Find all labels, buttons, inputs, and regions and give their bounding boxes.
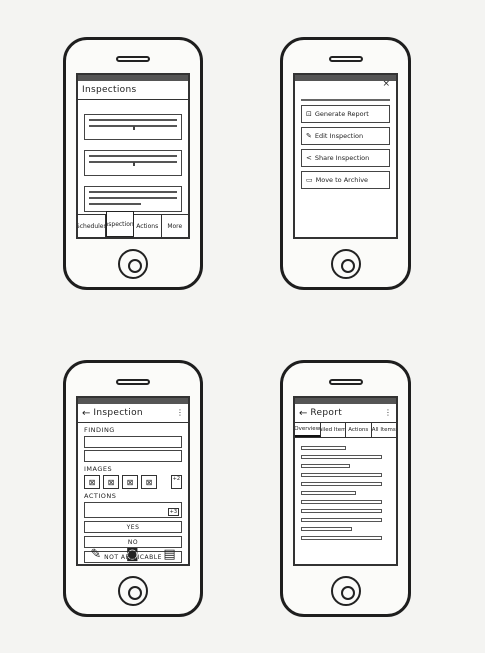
speaker <box>328 379 363 385</box>
tab-overview[interactable]: Overview <box>295 423 321 437</box>
bottom-tab-bar: Schedules Inspections Actions More <box>78 211 189 237</box>
home-button <box>330 249 361 279</box>
finding-label: FINDING <box>84 426 115 434</box>
tab-more[interactable]: More <box>162 215 189 237</box>
close-icon[interactable]: × <box>382 79 390 89</box>
home-button <box>330 576 361 606</box>
screen-report: ← Report ⋮ Overview Failed Items Actions… <box>293 396 398 566</box>
app-bar: ← Inspection ⋮ <box>78 404 188 423</box>
speaker <box>328 56 363 62</box>
archive-icon: ▭ <box>306 175 313 184</box>
status-bar <box>295 75 396 81</box>
menu-item-label: Share Inspection <box>314 153 370 162</box>
image-thumbnail[interactable]: ⊠ <box>141 475 157 489</box>
report-line <box>301 527 352 531</box>
speaker <box>116 56 150 62</box>
menu-item-label: Generate Report <box>314 109 369 118</box>
answer-yes[interactable]: YES <box>84 521 182 533</box>
pencil-icon[interactable]: ✎ <box>90 547 101 562</box>
report-line <box>301 473 382 477</box>
overflow-menu-icon[interactable]: ⋮ <box>176 409 184 417</box>
app-bar: Inspections <box>78 81 188 100</box>
menu-item-generate-report[interactable]: ⊡ Generate Report <box>301 104 390 123</box>
inspection-card[interactable] <box>84 150 182 176</box>
phone-report: ← Report ⋮ Overview Failed Items Actions… <box>280 360 411 617</box>
overflow-menu-icon[interactable]: ⋮ <box>384 409 392 417</box>
edit-icon: ✎ <box>306 131 312 140</box>
phone-inspection-detail: ← Inspection ⋮ FINDING IMAGES ⊠ ⊠ ⊠ ⊠ +2… <box>63 360 203 617</box>
inspection-card[interactable] <box>84 186 182 212</box>
page-title: Inspections <box>82 85 137 95</box>
share-icon: < <box>306 153 312 162</box>
action-item[interactable]: +3 <box>84 502 182 518</box>
tab-failed-items[interactable]: Failed Items <box>321 423 346 437</box>
report-line <box>301 491 356 495</box>
report-line <box>301 509 382 513</box>
bottom-icon-bar: ✎ ◙ ▤ <box>78 544 188 564</box>
screen-menu: × ⊡ Generate Report ✎ Edit Inspection < … <box>293 73 398 239</box>
tab-inspections[interactable]: Inspections <box>105 211 134 237</box>
back-arrow-icon[interactable]: ← <box>82 408 90 419</box>
menu-item-label: Move to Archive <box>315 175 369 184</box>
more-actions-badge[interactable]: +3 <box>167 508 179 516</box>
open-report-icon: ⊡ <box>306 109 312 118</box>
page-title: Inspection <box>93 408 143 418</box>
speaker <box>116 379 150 385</box>
report-tabs: Overview Failed Items Actions All Items <box>295 423 396 438</box>
images-label: IMAGES <box>84 465 113 473</box>
tab-all-items[interactable]: All Items <box>372 423 397 437</box>
finding-input-line[interactable] <box>84 450 182 462</box>
home-button <box>118 576 148 606</box>
tab-actions[interactable]: Actions <box>134 215 162 237</box>
home-button <box>118 249 148 279</box>
app-bar: ← Report ⋮ <box>295 404 396 423</box>
back-arrow-icon[interactable]: ← <box>299 408 307 419</box>
image-thumbnail[interactable]: ⊠ <box>103 475 119 489</box>
image-thumbnail[interactable]: ⊠ <box>122 475 138 489</box>
report-line <box>301 536 382 540</box>
menu-item-edit-inspection[interactable]: ✎ Edit Inspection <box>301 126 390 145</box>
tab-schedules[interactable]: Schedules <box>78 215 106 237</box>
screen-inspections: Inspections Schedules Inspections Action… <box>76 73 190 239</box>
tab-actions[interactable]: Actions <box>346 423 372 437</box>
image-thumbnails: ⊠ ⊠ ⊠ ⊠ +2 <box>84 475 182 489</box>
menu-item-share-inspection[interactable]: < Share Inspection <box>301 148 390 167</box>
screen-inspection: ← Inspection ⋮ FINDING IMAGES ⊠ ⊠ ⊠ ⊠ +2… <box>76 396 190 566</box>
phone-inspections: Inspections Schedules Inspections Action… <box>63 37 203 290</box>
camera-icon[interactable]: ◙ <box>126 547 139 562</box>
report-line <box>301 500 382 504</box>
report-line <box>301 464 350 468</box>
report-line <box>301 446 346 450</box>
notes-icon[interactable]: ▤ <box>163 547 175 562</box>
menu-item-move-to-archive[interactable]: ▭ Move to Archive <box>301 170 390 189</box>
phone-menu: × ⊡ Generate Report ✎ Edit Inspection < … <box>280 37 411 290</box>
report-line <box>301 482 382 486</box>
more-images-badge[interactable]: +2 <box>170 475 182 489</box>
menu-item-label: Edit Inspection <box>314 131 364 140</box>
actions-label: ACTIONS <box>84 492 117 500</box>
inspection-card[interactable] <box>84 114 182 140</box>
page-title: Report <box>310 408 343 418</box>
image-thumbnail[interactable]: ⊠ <box>84 475 100 489</box>
report-line <box>301 518 382 522</box>
finding-input[interactable] <box>84 436 182 448</box>
report-line <box>301 455 382 459</box>
